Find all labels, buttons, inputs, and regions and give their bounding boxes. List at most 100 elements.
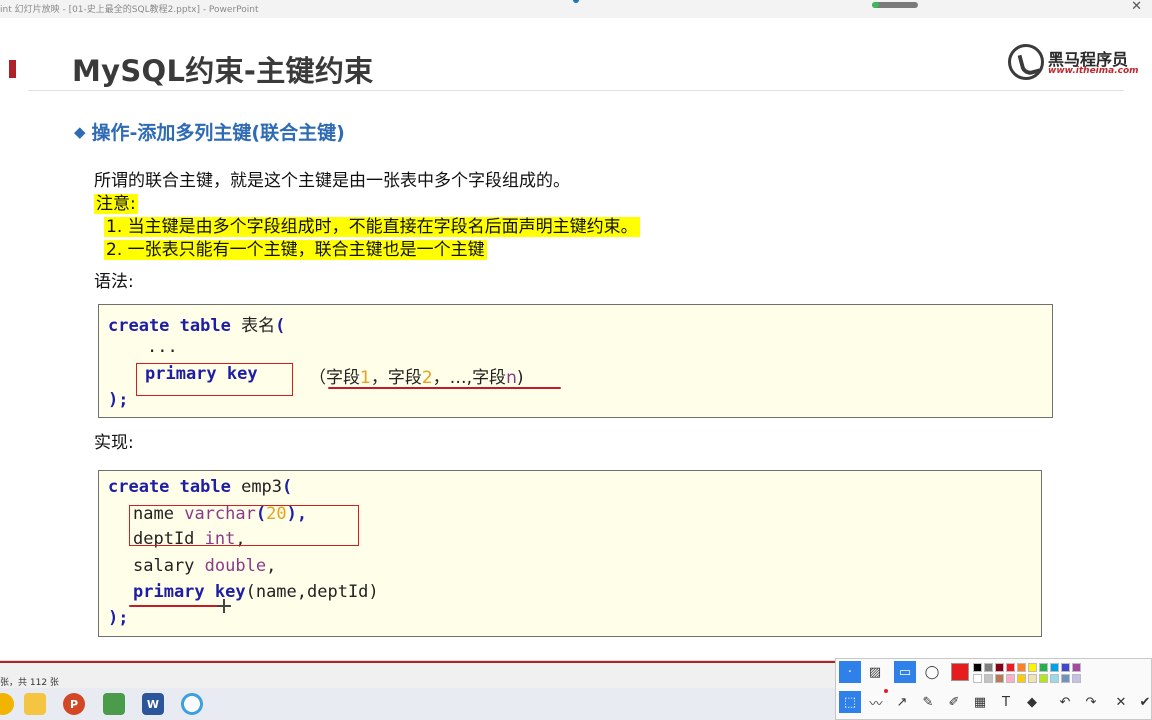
syntax-table-name: 表名 [241, 316, 276, 336]
drawing-toolbar: · ▨ ▭ ◯ ⬚ 〰 ↗ ✎ ✐ ▦ T ◆ ↶ ↷ ✕ ✔ [835, 658, 1152, 720]
syntax-field-num-n: n [506, 368, 517, 388]
syntax-label: 语法: [94, 272, 134, 292]
rectangle-tool-icon[interactable]: ▭ [894, 661, 916, 683]
pointer-tool-icon[interactable]: · [839, 661, 861, 683]
color-swatch[interactable] [1039, 663, 1048, 672]
syntax-sep-2: ，…, [432, 368, 473, 388]
logo-url: www.itheima.com [1048, 66, 1139, 76]
intro-text: 所谓的联合主键，就是这个主键是由一张表中多个字段组成的。 [94, 171, 570, 191]
ellipse-tool-icon[interactable]: ◯ [921, 661, 943, 683]
slide-title: MySQL约束-主键约束 [72, 54, 374, 88]
syntax-field-1: 字段 [326, 368, 360, 388]
section-heading: ◆ 操作-添加多列主键(联合主键) [74, 118, 345, 145]
impl-line-1: create table emp3( [108, 477, 292, 497]
mosaic-tool-icon[interactable]: ▦ [969, 691, 991, 713]
impl-open-paren: ( [282, 477, 293, 497]
impl-line-5: primary key(name,deptId) [133, 582, 379, 602]
annotation-box-primary-key [136, 363, 293, 396]
syntax-fields-close: ) [516, 368, 524, 388]
hatch-tool-icon[interactable]: ▨ [864, 661, 886, 683]
note-1: 1. 当主键是由多个字段组成时，不能直接在字段名后面声明主键约束。 [104, 217, 640, 237]
horse-logo-icon [1008, 44, 1044, 80]
syntax-line-4: ); [108, 390, 128, 410]
syntax-create-table: create table [108, 316, 231, 336]
color-swatch[interactable] [995, 674, 1004, 683]
arrow-tool-icon[interactable]: ↗ [891, 691, 913, 713]
impl-close: ); [108, 608, 129, 628]
current-color-swatch[interactable] [951, 663, 969, 681]
syntax-close: ); [108, 390, 129, 410]
color-swatch[interactable] [1006, 674, 1015, 683]
note-1-line: 1. 当主键是由多个字段组成时，不能直接在字段名后面声明主键约束。 [104, 212, 640, 237]
eraser-tool-icon[interactable]: ◆ [1021, 691, 1043, 713]
word-letter: W [146, 697, 160, 711]
undo-icon[interactable]: ↶ [1054, 691, 1076, 713]
syntax-line-3-fields: （字段1，字段2，…,字段n) [309, 363, 523, 388]
color-swatch[interactable] [1061, 674, 1070, 683]
powerpoint-letter: P [69, 697, 79, 711]
select-tool-icon[interactable]: ⬚ [839, 691, 861, 713]
color-swatch[interactable] [995, 663, 1004, 672]
progress-indicator [872, 2, 918, 8]
close-drawing-icon[interactable]: ✕ [1110, 691, 1132, 713]
syntax-field-num-1: 1 [360, 368, 371, 388]
chrome-icon[interactable] [0, 693, 14, 715]
word-icon[interactable]: W [142, 693, 164, 715]
impl-line-4: salary double, [133, 556, 276, 576]
color-swatch[interactable] [1028, 663, 1037, 672]
color-swatch[interactable] [1050, 674, 1059, 683]
color-swatch[interactable] [1050, 663, 1059, 672]
screen: int 幻灯片放映 - [01-史上最全的SQL教程2.pptx] - Powe… [0, 0, 1152, 720]
photo-icon[interactable] [103, 693, 125, 715]
impl-comma-4: , [266, 556, 277, 576]
syntax-line-1: create table 表名( [108, 311, 285, 336]
note-2-line: 2. 一张表只能有一个主键，联合主键也是一个主键 [104, 235, 487, 260]
color-swatch[interactable] [984, 674, 993, 683]
color-swatch[interactable] [1061, 663, 1070, 672]
color-swatch[interactable] [1039, 674, 1048, 683]
color-swatch[interactable] [1028, 674, 1037, 683]
color-swatch[interactable] [973, 663, 982, 672]
status-accent-line [0, 661, 836, 663]
impl-col-salary: salary [133, 556, 195, 576]
redo-icon[interactable]: ↷ [1080, 691, 1102, 713]
impl-create-table: create table [108, 477, 231, 497]
title-divider [28, 90, 1124, 91]
close-icon[interactable]: ✕ [1131, 0, 1142, 14]
impl-code-box: create table emp3( name varchar(20), dep… [98, 470, 1042, 637]
notch-indicator [573, 0, 579, 3]
note-label: 注意: [94, 194, 138, 214]
color-swatch[interactable] [1017, 663, 1026, 672]
slide: MySQL约束-主键约束 黑马程序员 www.itheima.com ◆ 操作-添… [0, 18, 1152, 660]
impl-label: 实现: [94, 433, 134, 453]
impl-line-6: ); [108, 608, 128, 628]
pin-icon[interactable]: ✔ [1134, 691, 1152, 713]
polyline-tool-icon[interactable]: 〰 [865, 691, 887, 713]
section-heading-text: 操作-添加多列主键(联合主键) [91, 122, 345, 144]
window-title: int 幻灯片放映 - [01-史上最全的SQL教程2.pptx] - Powe… [0, 5, 259, 15]
color-swatch[interactable] [973, 674, 982, 683]
note-2: 2. 一张表只能有一个主键，联合主键也是一个主键 [104, 240, 487, 260]
annotation-underline-fields [328, 387, 561, 389]
annotation-box-columns [129, 505, 359, 546]
powerpoint-icon[interactable]: P [63, 693, 85, 715]
slide-count: 张，共 112 张 [0, 678, 59, 688]
marker-tool-icon[interactable]: ✐ [943, 691, 965, 713]
syntax-open-paren: ( [275, 316, 286, 336]
color-swatch[interactable] [1017, 674, 1026, 683]
text-tool-icon[interactable]: T [995, 691, 1017, 713]
syntax-fields-open: （ [309, 368, 326, 388]
color-swatch[interactable] [1072, 663, 1081, 672]
color-swatch[interactable] [984, 663, 993, 672]
folder-icon[interactable] [24, 693, 46, 715]
syntax-sep-1: ， [370, 368, 388, 388]
browser-icon[interactable] [181, 693, 203, 715]
color-swatch[interactable] [1072, 674, 1081, 683]
impl-pk-args: (name,deptId) [245, 582, 379, 602]
active-dot [884, 689, 888, 693]
pen-tool-icon[interactable]: ✎ [917, 691, 939, 713]
title-accent-bar [9, 60, 16, 78]
color-swatch[interactable] [1006, 663, 1015, 672]
annotation-underline-primary [129, 605, 225, 607]
syntax-field-num-2: 2 [421, 368, 433, 388]
